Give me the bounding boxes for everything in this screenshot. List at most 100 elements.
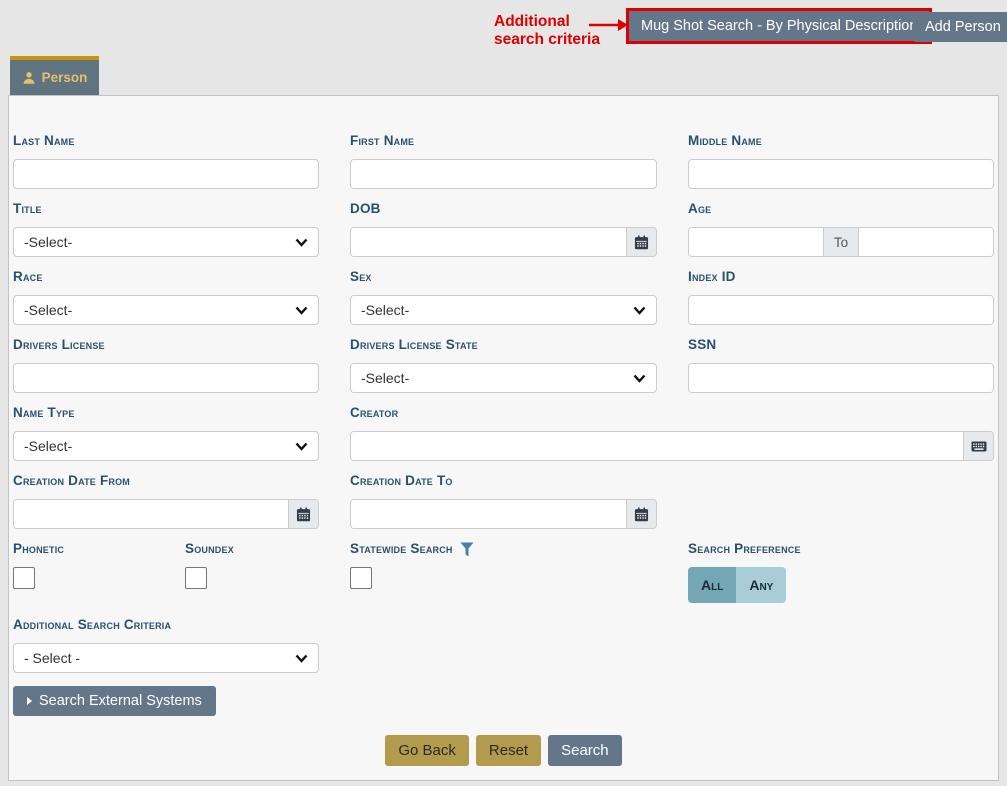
search-preference-all-option[interactable]: All: [688, 567, 736, 603]
keyboard-icon-button[interactable]: [963, 432, 993, 460]
field-soundex: Soundex: [185, 541, 319, 603]
go-back-button[interactable]: Go Back: [385, 735, 469, 766]
age-label: Age: [688, 201, 994, 217]
field-race: Race -Select-: [13, 269, 319, 325]
field-age: Age To: [688, 201, 994, 257]
annotation-line-2: search criteria: [494, 31, 600, 49]
creator-input[interactable]: [351, 432, 963, 460]
phonetic-label: Phonetic: [13, 541, 185, 557]
field-ssn: SSN: [688, 337, 994, 393]
additional-search-criteria-label: Additional Search Criteria: [13, 617, 319, 633]
tab-person-label: Person: [42, 70, 88, 85]
soundex-label: Soundex: [185, 541, 319, 557]
form-row: Phonetic Soundex Statewide Search Search…: [13, 541, 994, 603]
age-to-input[interactable]: [859, 228, 993, 256]
creation-date-to-label: Creation Date To: [350, 473, 657, 489]
statewide-search-checkbox[interactable]: [350, 567, 372, 589]
field-phonetic: Phonetic: [13, 541, 185, 603]
chevron-down-icon: [633, 306, 646, 315]
page-header: Additional search criteria Mug Shot Sear…: [0, 0, 1007, 56]
reset-button[interactable]: Reset: [476, 735, 541, 766]
filter-icon[interactable]: [460, 542, 474, 557]
creation-date-from-input[interactable]: [14, 500, 288, 528]
race-select[interactable]: -Select-: [13, 295, 319, 325]
mugshot-search-button[interactable]: Mug Shot Search - By Physical Descriptio…: [629, 11, 929, 41]
search-external-systems-label: Search External Systems: [39, 693, 202, 709]
annotation-text: Additional search criteria: [494, 13, 600, 49]
creation-date-to-group: [350, 499, 657, 529]
additional-search-criteria-select-value: - Select -: [24, 650, 295, 666]
sex-select[interactable]: -Select-: [350, 295, 657, 325]
calendar-icon: [296, 507, 311, 522]
search-preference-label: Search Preference: [688, 541, 994, 557]
creation-date-from-label: Creation Date From: [13, 473, 319, 489]
search-external-systems-button[interactable]: Search External Systems: [13, 686, 216, 716]
drivers-license-state-label: Drivers License State: [350, 337, 657, 353]
drivers-license-label: Drivers License: [13, 337, 319, 353]
statewide-search-label-row: Statewide Search: [350, 541, 657, 557]
annotation-highlight-box: Mug Shot Search - By Physical Descriptio…: [626, 8, 932, 44]
name-type-select[interactable]: -Select-: [13, 431, 319, 461]
search-form-panel: Last Name First Name Middle Name Title -…: [8, 95, 999, 781]
sex-label: Sex: [350, 269, 657, 285]
field-statewide-search: Statewide Search: [350, 541, 657, 603]
last-name-input[interactable]: [13, 159, 319, 189]
calendar-icon: [634, 507, 649, 522]
field-creator: Creator: [350, 405, 994, 461]
first-name-input[interactable]: [350, 159, 657, 189]
person-icon: [22, 71, 36, 85]
add-person-button[interactable]: Add Person: [913, 12, 1007, 42]
ssn-input[interactable]: [688, 363, 994, 393]
tab-person[interactable]: Person: [10, 56, 99, 95]
form-row: Title -Select- DOB: [13, 201, 994, 257]
field-drivers-license: Drivers License: [13, 337, 319, 393]
chevron-down-icon: [295, 654, 308, 663]
calendar-icon-button[interactable]: [288, 500, 318, 528]
field-drivers-license-state: Drivers License State -Select-: [350, 337, 657, 393]
age-range-group: To: [688, 227, 994, 257]
statewide-search-label: Statewide Search: [350, 541, 453, 557]
field-search-preference: Search Preference All Any: [688, 541, 994, 603]
keyboard-icon: [971, 440, 987, 453]
index-id-input[interactable]: [688, 295, 994, 325]
tab-bar: Person: [10, 56, 1007, 95]
form-row: Name Type -Select- Creator: [13, 405, 994, 461]
calendar-icon-button[interactable]: [626, 500, 656, 528]
form-actions: Go Back Reset Search: [13, 735, 994, 766]
annotation-line-1: Additional: [494, 13, 600, 31]
expand-triangle-icon: [27, 697, 32, 705]
spacer-column: [688, 473, 994, 529]
chevron-down-icon: [633, 374, 646, 383]
title-label: Title: [13, 201, 319, 217]
search-button[interactable]: Search: [548, 735, 622, 766]
race-label: Race: [13, 269, 319, 285]
field-first-name: First Name: [350, 133, 657, 189]
field-index-id: Index ID: [688, 269, 994, 325]
search-preference-toggle: All Any: [688, 567, 786, 603]
form-row: Race -Select- Sex -Select- Index ID: [13, 269, 994, 325]
chevron-down-icon: [295, 442, 308, 451]
phonetic-checkbox[interactable]: [13, 567, 35, 589]
ssn-label: SSN: [688, 337, 994, 353]
additional-search-criteria-select[interactable]: - Select -: [13, 643, 319, 673]
form-row: Additional Search Criteria - Select -: [13, 617, 994, 673]
search-preference-any-option[interactable]: Any: [736, 567, 786, 603]
index-id-label: Index ID: [688, 269, 994, 285]
drivers-license-state-select[interactable]: -Select-: [350, 363, 657, 393]
calendar-icon-button[interactable]: [626, 228, 656, 256]
sex-select-value: -Select-: [361, 302, 633, 318]
title-select[interactable]: -Select-: [13, 227, 319, 257]
name-type-select-value: -Select-: [24, 438, 295, 454]
middle-name-input[interactable]: [688, 159, 994, 189]
age-from-input[interactable]: [689, 228, 823, 256]
calendar-icon: [634, 235, 649, 250]
drivers-license-input[interactable]: [13, 363, 319, 393]
soundex-checkbox[interactable]: [185, 567, 207, 589]
race-select-value: -Select-: [24, 302, 295, 318]
field-last-name: Last Name: [13, 133, 319, 189]
field-sex: Sex -Select-: [350, 269, 657, 325]
creation-date-to-input[interactable]: [351, 500, 626, 528]
creation-date-from-group: [13, 499, 319, 529]
field-creation-date-to: Creation Date To: [350, 473, 657, 529]
dob-input[interactable]: [351, 228, 626, 256]
